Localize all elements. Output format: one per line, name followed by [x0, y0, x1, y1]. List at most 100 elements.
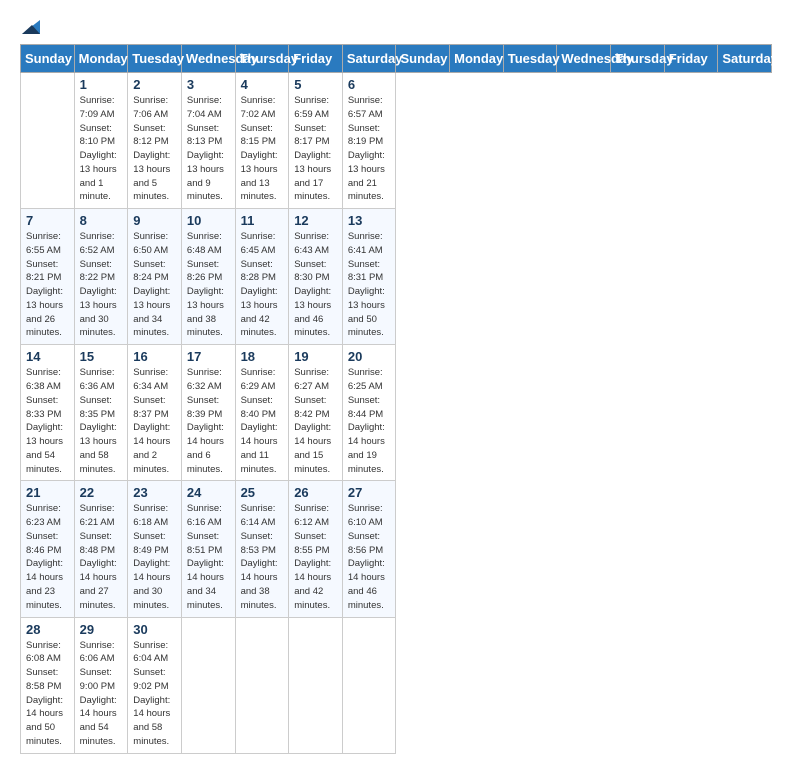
day-number: 30 — [133, 622, 176, 637]
calendar-cell: 23 Sunrise: 6:18 AMSunset: 8:49 PMDayligh… — [128, 481, 182, 617]
column-header-saturday: Saturday — [342, 45, 396, 73]
day-number: 25 — [241, 485, 284, 500]
day-info: Sunrise: 6:48 AMSunset: 8:26 PMDaylight:… — [187, 230, 230, 340]
day-number: 27 — [348, 485, 391, 500]
calendar-cell: 6 Sunrise: 6:57 AMSunset: 8:19 PMDaylight… — [342, 73, 396, 209]
calendar-cell: 3Sunrise: 7:04 AMSunset: 8:13 PMDaylight… — [181, 73, 235, 209]
calendar-cell: 11 Sunrise: 6:45 AMSunset: 8:28 PMDayligh… — [235, 209, 289, 345]
column-header-friday: Friday — [289, 45, 343, 73]
day-number: 18 — [241, 349, 284, 364]
calendar-cell: 9Sunrise: 6:50 AMSunset: 8:24 PMDaylight… — [128, 209, 182, 345]
calendar-cell: 14 Sunrise: 6:38 AMSunset: 8:33 PMDayligh… — [21, 345, 75, 481]
calendar-cell: 26Sunrise: 6:12 AMSunset: 8:55 PMDayligh… — [289, 481, 343, 617]
day-number: 6 — [348, 77, 391, 92]
calendar-cell: 20Sunrise: 6:25 AMSunset: 8:44 PMDayligh… — [342, 345, 396, 481]
day-number: 7 — [26, 213, 69, 228]
day-info: Sunrise: 6:08 AMSunset: 8:58 PMDaylight:… — [26, 639, 69, 749]
day-info: Sunrise: 6:06 AMSunset: 9:00 PMDaylight:… — [80, 639, 123, 749]
day-number: 22 — [80, 485, 123, 500]
day-number: 14 — [26, 349, 69, 364]
day-number: 29 — [80, 622, 123, 637]
calendar-cell: 28 Sunrise: 6:08 AMSunset: 8:58 PMDayligh… — [21, 617, 75, 753]
column-header-monday: Monday — [74, 45, 128, 73]
day-info: Sunrise: 6:57 AMSunset: 8:19 PMDaylight:… — [348, 94, 391, 204]
day-number: 23 — [133, 485, 176, 500]
page-header — [20, 20, 772, 34]
column-header-tuesday: Tuesday — [503, 45, 557, 73]
day-info: Sunrise: 6:23 AMSunset: 8:46 PMDaylight:… — [26, 502, 69, 612]
calendar-cell: 4 Sunrise: 7:02 AMSunset: 8:15 PMDaylight… — [235, 73, 289, 209]
day-number: 13 — [348, 213, 391, 228]
day-info: Sunrise: 7:02 AMSunset: 8:15 PMDaylight:… — [241, 94, 284, 204]
day-info: Sunrise: 6:16 AMSunset: 8:51 PMDaylight:… — [187, 502, 230, 612]
calendar-table: SundayMondayTuesdayWednesdayThursdayFrid… — [20, 44, 772, 754]
calendar-cell: 7 Sunrise: 6:55 AMSunset: 8:21 PMDaylight… — [21, 209, 75, 345]
day-info: Sunrise: 6:18 AMSunset: 8:49 PMDaylight:… — [133, 502, 176, 612]
calendar-cell — [181, 617, 235, 753]
day-info: Sunrise: 6:38 AMSunset: 8:33 PMDaylight:… — [26, 366, 69, 476]
column-header-friday: Friday — [664, 45, 718, 73]
day-number: 2 — [133, 77, 176, 92]
day-number: 9 — [133, 213, 176, 228]
calendar-cell: 5 Sunrise: 6:59 AMSunset: 8:17 PMDaylight… — [289, 73, 343, 209]
day-number: 8 — [80, 213, 123, 228]
logo — [20, 20, 40, 34]
calendar-cell: 21 Sunrise: 6:23 AMSunset: 8:46 PMDayligh… — [21, 481, 75, 617]
calendar-cell: 19Sunrise: 6:27 AMSunset: 8:42 PMDayligh… — [289, 345, 343, 481]
day-info: Sunrise: 6:45 AMSunset: 8:28 PMDaylight:… — [241, 230, 284, 340]
day-info: Sunrise: 6:43 AMSunset: 8:30 PMDaylight:… — [294, 230, 337, 340]
day-info: Sunrise: 6:41 AMSunset: 8:31 PMDaylight:… — [348, 230, 391, 340]
calendar-cell: 10 Sunrise: 6:48 AMSunset: 8:26 PMDayligh… — [181, 209, 235, 345]
calendar-cell: 8Sunrise: 6:52 AMSunset: 8:22 PMDaylight… — [74, 209, 128, 345]
calendar-cell: 13 Sunrise: 6:41 AMSunset: 8:31 PMDayligh… — [342, 209, 396, 345]
calendar-cell — [21, 73, 75, 209]
day-number: 5 — [294, 77, 337, 92]
calendar-cell: 1Sunrise: 7:09 AMSunset: 8:10 PMDaylight… — [74, 73, 128, 209]
day-info: Sunrise: 6:55 AMSunset: 8:21 PMDaylight:… — [26, 230, 69, 340]
calendar-cell: 18 Sunrise: 6:29 AMSunset: 8:40 PMDayligh… — [235, 345, 289, 481]
day-number: 28 — [26, 622, 69, 637]
day-number: 17 — [187, 349, 230, 364]
day-number: 4 — [241, 77, 284, 92]
calendar-week-row: 14 Sunrise: 6:38 AMSunset: 8:33 PMDayligh… — [21, 345, 772, 481]
calendar-cell: 24 Sunrise: 6:16 AMSunset: 8:51 PMDayligh… — [181, 481, 235, 617]
logo-icon — [22, 20, 40, 34]
day-info: Sunrise: 6:59 AMSunset: 8:17 PMDaylight:… — [294, 94, 337, 204]
day-info: Sunrise: 6:12 AMSunset: 8:55 PMDaylight:… — [294, 502, 337, 612]
day-number: 10 — [187, 213, 230, 228]
calendar-week-row: 21 Sunrise: 6:23 AMSunset: 8:46 PMDayligh… — [21, 481, 772, 617]
calendar-cell: 16 Sunrise: 6:34 AMSunset: 8:37 PMDayligh… — [128, 345, 182, 481]
day-number: 19 — [294, 349, 337, 364]
calendar-header-row: SundayMondayTuesdayWednesdayThursdayFrid… — [21, 45, 772, 73]
calendar-week-row: 7 Sunrise: 6:55 AMSunset: 8:21 PMDaylight… — [21, 209, 772, 345]
day-number: 15 — [80, 349, 123, 364]
day-number: 20 — [348, 349, 391, 364]
day-number: 11 — [241, 213, 284, 228]
day-number: 21 — [26, 485, 69, 500]
day-number: 24 — [187, 485, 230, 500]
day-info: Sunrise: 6:14 AMSunset: 8:53 PMDaylight:… — [241, 502, 284, 612]
day-info: Sunrise: 7:06 AMSunset: 8:12 PMDaylight:… — [133, 94, 176, 204]
calendar-cell: 25 Sunrise: 6:14 AMSunset: 8:53 PMDayligh… — [235, 481, 289, 617]
column-header-thursday: Thursday — [235, 45, 289, 73]
calendar-cell: 27Sunrise: 6:10 AMSunset: 8:56 PMDayligh… — [342, 481, 396, 617]
day-number: 16 — [133, 349, 176, 364]
calendar-week-row: 1Sunrise: 7:09 AMSunset: 8:10 PMDaylight… — [21, 73, 772, 209]
calendar-week-row: 28 Sunrise: 6:08 AMSunset: 8:58 PMDayligh… — [21, 617, 772, 753]
day-info: Sunrise: 6:29 AMSunset: 8:40 PMDaylight:… — [241, 366, 284, 476]
calendar-cell: 2 Sunrise: 7:06 AMSunset: 8:12 PMDaylight… — [128, 73, 182, 209]
column-header-wednesday: Wednesday — [181, 45, 235, 73]
column-header-wednesday: Wednesday — [557, 45, 611, 73]
day-info: Sunrise: 6:04 AMSunset: 9:02 PMDaylight:… — [133, 639, 176, 749]
column-header-sunday: Sunday — [396, 45, 450, 73]
day-info: Sunrise: 6:36 AMSunset: 8:35 PMDaylight:… — [80, 366, 123, 476]
day-info: Sunrise: 6:34 AMSunset: 8:37 PMDaylight:… — [133, 366, 176, 476]
day-info: Sunrise: 6:32 AMSunset: 8:39 PMDaylight:… — [187, 366, 230, 476]
column-header-sunday: Sunday — [21, 45, 75, 73]
calendar-cell: 30 Sunrise: 6:04 AMSunset: 9:02 PMDayligh… — [128, 617, 182, 753]
day-info: Sunrise: 7:04 AMSunset: 8:13 PMDaylight:… — [187, 94, 230, 204]
calendar-cell: 29 Sunrise: 6:06 AMSunset: 9:00 PMDayligh… — [74, 617, 128, 753]
calendar-cell — [342, 617, 396, 753]
day-info: Sunrise: 6:21 AMSunset: 8:48 PMDaylight:… — [80, 502, 123, 612]
calendar-cell — [235, 617, 289, 753]
